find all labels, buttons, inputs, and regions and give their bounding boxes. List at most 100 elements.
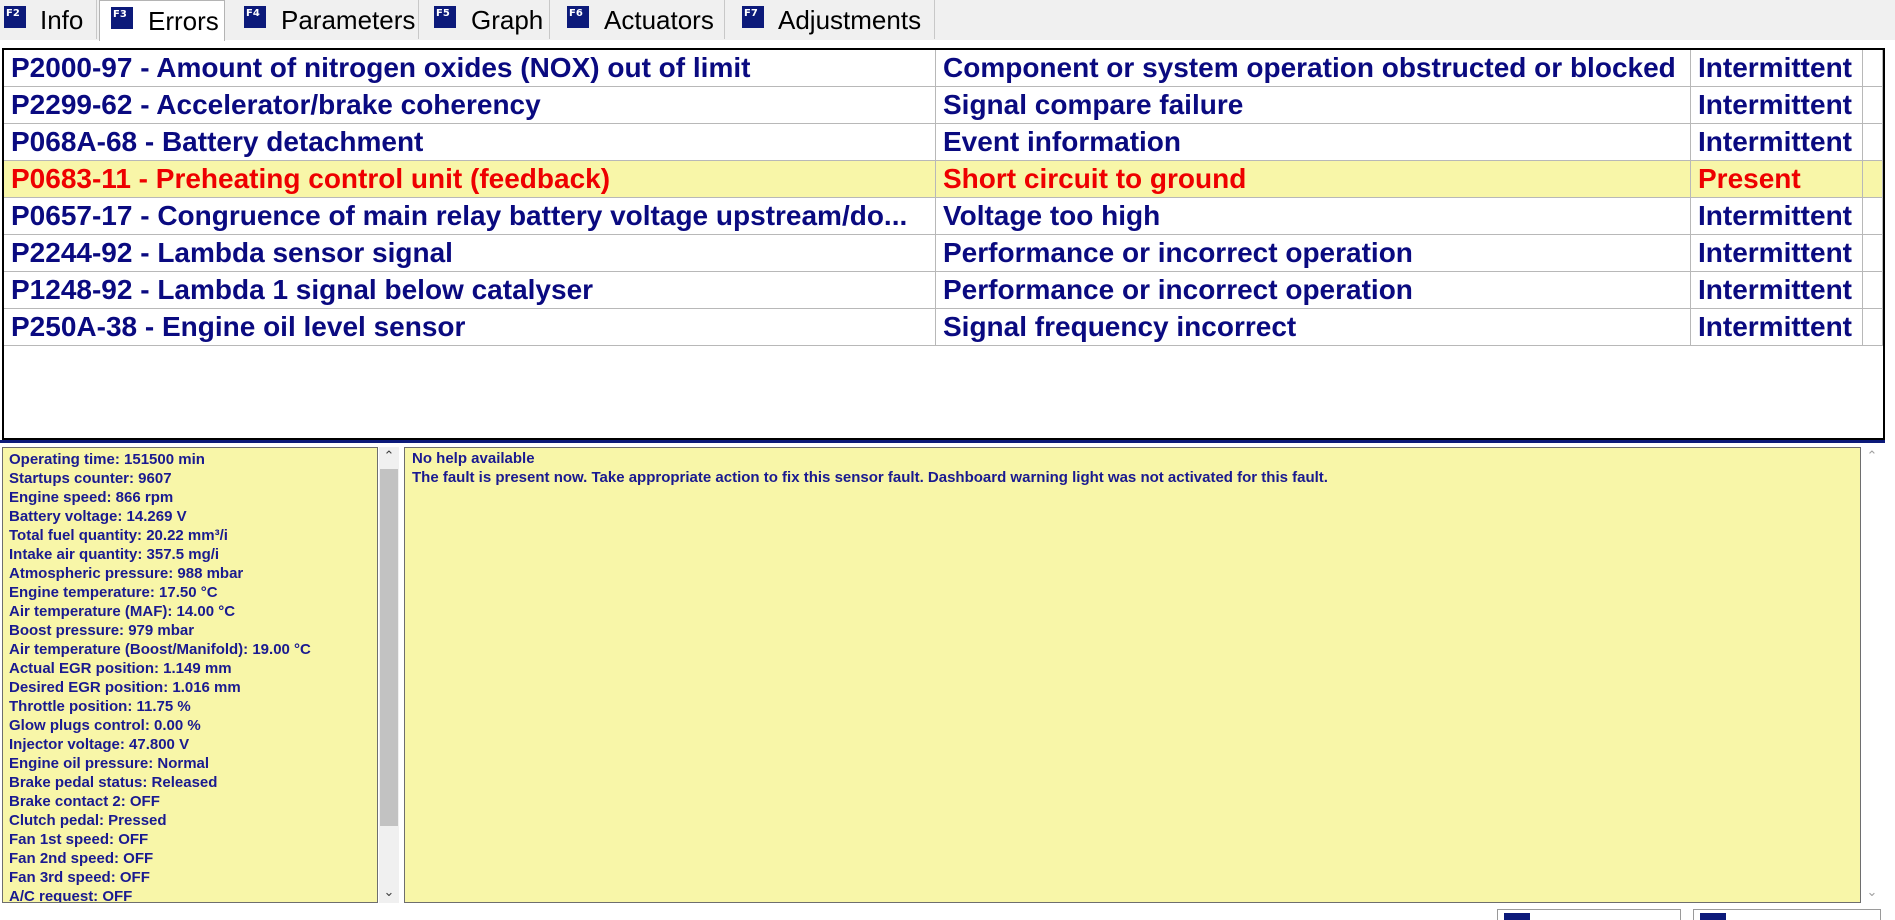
tab-parameters-label: Parameters	[281, 5, 416, 35]
table-row-selected[interactable]: P0683-11 - Preheating control unit (feed…	[4, 161, 1883, 198]
error-description-cell: Voltage too high	[936, 198, 1691, 234]
table-row[interactable]: P068A-68 - Battery detachment Event info…	[4, 124, 1883, 161]
chevron-up-icon[interactable]: ⌃	[1862, 447, 1882, 467]
error-description-cell: Performance or incorrect operation	[936, 235, 1691, 271]
error-description-cell: Performance or incorrect operation	[936, 272, 1691, 308]
row-spacer	[1863, 161, 1883, 197]
error-code-cell: P2299-62 - Accelerator/brake coherency	[4, 87, 936, 123]
parameter-item: Atmospheric pressure: 988 mbar	[9, 565, 244, 582]
parameter-item: Battery voltage: 14.269 V	[9, 508, 187, 525]
row-spacer	[1863, 309, 1883, 345]
error-code-cell: P0657-17 - Congruence of main relay batt…	[4, 198, 936, 234]
error-code-cell: P1248-92 - Lambda 1 signal below catalys…	[4, 272, 936, 308]
parameter-item: Throttle position: 11.75 %	[9, 698, 191, 715]
parameter-item: Desired EGR position: 1.016 mm	[9, 679, 241, 696]
table-row[interactable]: P250A-38 - Engine oil level sensor Signa…	[4, 309, 1883, 346]
table-row[interactable]: P2000-97 - Amount of nitrogen oxides (NO…	[4, 50, 1883, 87]
f4-key-icon: F4	[244, 6, 266, 28]
tab-adjustments[interactable]: F7 Adjustments	[726, 0, 935, 39]
tab-graph[interactable]: F5 Graph	[420, 0, 550, 39]
error-table: P2000-97 - Amount of nitrogen oxides (NO…	[2, 48, 1885, 440]
tab-parameters[interactable]: F4 Parameters	[228, 0, 419, 39]
parameter-item: Engine oil pressure: Normal	[9, 755, 210, 772]
parameter-item: Engine speed: 866 rpm	[9, 489, 174, 506]
parameter-item: Operating time: 151500 min	[9, 451, 205, 468]
logo	[28, 908, 88, 920]
parameter-item: Engine temperature: 17.50 °C	[9, 584, 218, 601]
parameter-item: Startups counter: 9607	[9, 470, 172, 487]
parameter-item: Fan 1st speed: OFF	[9, 831, 149, 848]
parameter-item: Clutch pedal: Pressed	[9, 812, 167, 829]
tab-bar: F2 Info F3 Errors F4 Parameters F5 Graph…	[0, 0, 1895, 41]
error-code-cell: P250A-38 - Engine oil level sensor	[4, 309, 936, 345]
help-panel: No help available The fault is present n…	[404, 447, 1861, 903]
error-description-cell: Signal compare failure	[936, 87, 1691, 123]
chevron-down-icon[interactable]: ⌄	[379, 883, 399, 903]
table-row[interactable]: P0657-17 - Congruence of main relay batt…	[4, 198, 1883, 235]
error-type-cell: Intermittent	[1691, 87, 1863, 123]
error-type-cell: Intermittent	[1691, 235, 1863, 271]
parameter-item: Actual EGR position: 1.149 mm	[9, 660, 232, 677]
parameter-item: Fan 3rd speed: OFF	[9, 869, 150, 886]
panel-splitter[interactable]	[0, 440, 1885, 443]
f3-key-icon: F3	[111, 7, 133, 29]
row-spacer	[1863, 272, 1883, 308]
row-spacer	[1863, 124, 1883, 160]
tab-errors[interactable]: F3 Errors	[99, 0, 225, 41]
row-spacer	[1863, 198, 1883, 234]
button-icon	[1700, 913, 1726, 920]
parameter-item: Boost pressure: 979 mbar	[9, 622, 195, 639]
parameter-item: Brake contact 2: OFF	[9, 793, 160, 810]
tab-adjustments-label: Adjustments	[778, 5, 922, 35]
button-icon	[1504, 913, 1530, 920]
parameter-list-scrollbar[interactable]: ⌃ ⌄	[379, 447, 399, 903]
parameter-item: A/C request: OFF	[9, 888, 133, 903]
error-description-cell: Signal frequency incorrect	[936, 309, 1691, 345]
error-type-cell: Intermittent	[1691, 124, 1863, 160]
tab-actuators[interactable]: F6 Actuators	[551, 0, 725, 39]
parameter-item: Air temperature (Boost/Manifold): 19.00 …	[9, 641, 311, 658]
table-row[interactable]: P2299-62 - Accelerator/brake coherency S…	[4, 87, 1883, 124]
parameter-item: Air temperature (MAF): 14.00 °C	[9, 603, 236, 620]
bottom-button-right[interactable]	[1693, 909, 1881, 920]
row-spacer	[1863, 235, 1883, 271]
row-spacer	[1863, 50, 1883, 86]
help-text: The fault is present now. Take appropria…	[412, 469, 1328, 486]
scrollbar-thumb[interactable]	[380, 469, 398, 826]
error-code-cell: P0683-11 - Preheating control unit (feed…	[4, 161, 936, 197]
error-type-cell: Intermittent	[1691, 198, 1863, 234]
table-row[interactable]: P1248-92 - Lambda 1 signal below catalys…	[4, 272, 1883, 309]
error-description-cell: Component or system operation obstructed…	[936, 50, 1691, 86]
tab-info[interactable]: F2 Info	[0, 0, 97, 39]
error-type-cell: Intermittent	[1691, 272, 1863, 308]
help-title: No help available	[412, 450, 535, 467]
chevron-up-icon[interactable]: ⌃	[379, 447, 399, 467]
table-row[interactable]: P2244-92 - Lambda sensor signal Performa…	[4, 235, 1883, 272]
bottom-button-left[interactable]	[1497, 909, 1681, 920]
parameter-item: Injector voltage: 47.800 V	[9, 736, 190, 753]
chevron-down-icon[interactable]: ⌄	[1862, 883, 1882, 903]
tab-graph-label: Graph	[471, 5, 544, 35]
error-type-cell: Intermittent	[1691, 50, 1863, 86]
parameter-item: Glow plugs control: 0.00 %	[9, 717, 201, 734]
f7-key-icon: F7	[742, 6, 764, 28]
error-description-cell: Event information	[936, 124, 1691, 160]
error-code-cell: P2000-97 - Amount of nitrogen oxides (NO…	[4, 50, 936, 86]
f2-key-icon: F2	[4, 6, 26, 28]
parameter-item: Intake air quantity: 357.5 mg/i	[9, 546, 220, 563]
f6-key-icon: F6	[567, 6, 589, 28]
error-description-cell: Short circuit to ground	[936, 161, 1691, 197]
parameter-list[interactable]: Operating time: 151500 min Startups coun…	[2, 447, 378, 903]
help-panel-scrollbar[interactable]: ⌃ ⌄	[1862, 447, 1882, 903]
error-type-cell: Intermittent	[1691, 309, 1863, 345]
tab-actuators-label: Actuators	[604, 5, 714, 35]
error-code-cell: P2244-92 - Lambda sensor signal	[4, 235, 936, 271]
f5-key-icon: F5	[434, 6, 456, 28]
parameter-item: Brake pedal status: Released	[9, 774, 218, 791]
tab-info-label: Info	[40, 5, 84, 35]
error-type-cell: Present	[1691, 161, 1863, 197]
tab-errors-label: Errors	[148, 6, 219, 36]
parameter-item: Fan 2nd speed: OFF	[9, 850, 154, 867]
row-spacer	[1863, 87, 1883, 123]
error-code-cell: P068A-68 - Battery detachment	[4, 124, 936, 160]
